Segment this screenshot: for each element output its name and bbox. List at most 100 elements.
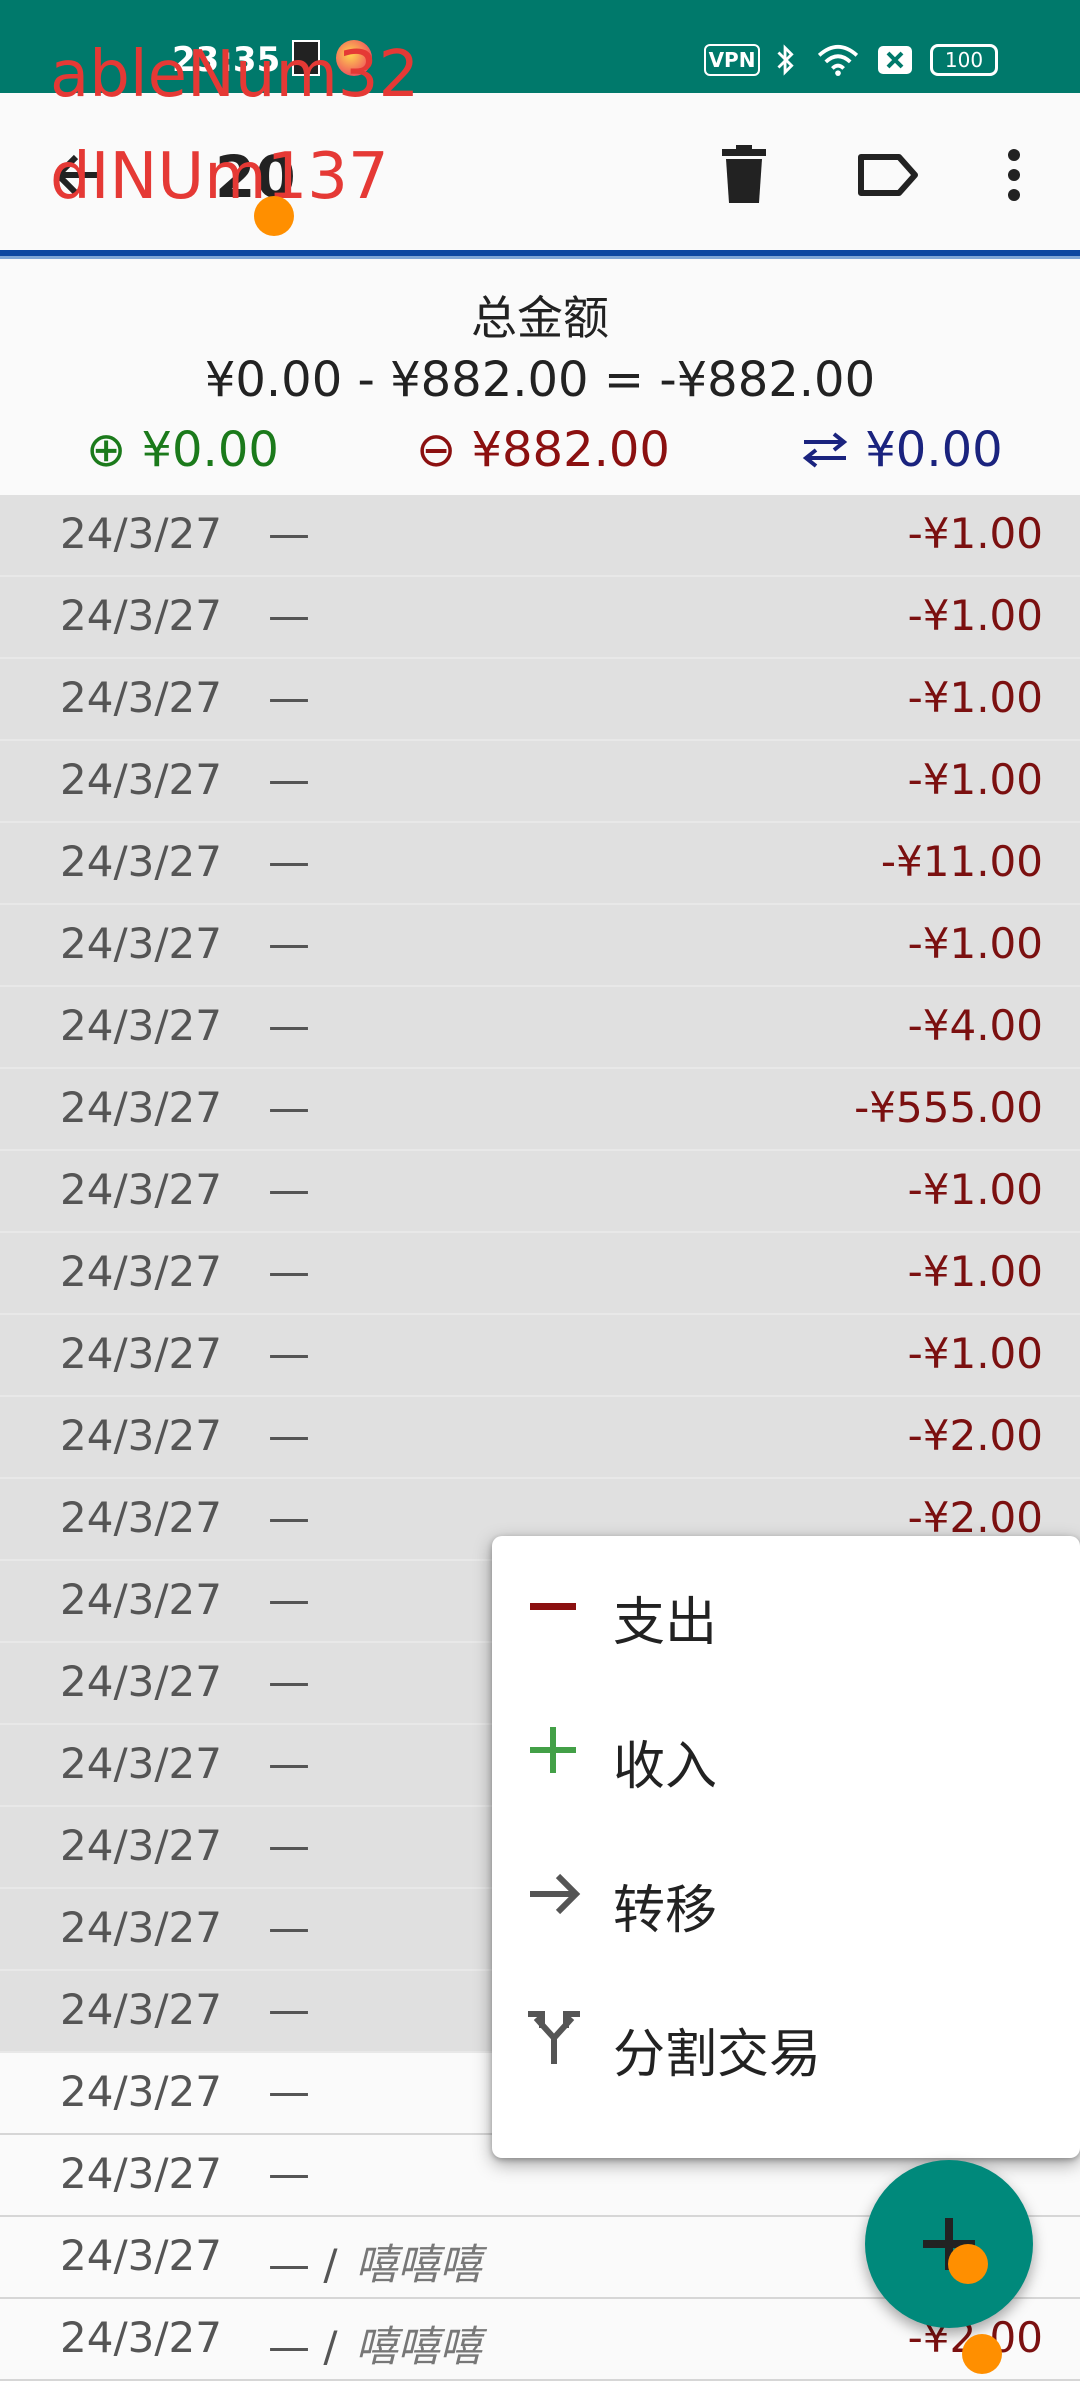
transaction-date: 24/3/27 <box>60 1247 222 1296</box>
transaction-payee: — <box>268 2149 310 2198</box>
transaction-amount: -¥1.00 <box>907 755 1043 804</box>
transaction-amount: -¥4.00 <box>907 1001 1043 1050</box>
split-icon <box>528 2011 580 2064</box>
transaction-row[interactable]: 24/3/27 — -¥1.00 <box>0 659 1080 741</box>
transaction-description: — <box>268 1247 310 1296</box>
transaction-row[interactable]: 24/3/27 — -¥1.00 <box>0 1233 1080 1315</box>
transaction-payee: — <box>268 1985 310 2034</box>
transaction-memo: 嘻嘻嘻 <box>355 2322 482 2371</box>
transaction-date: 24/3/27 <box>60 837 222 886</box>
transfer-total: ¥0.00 <box>800 422 1003 478</box>
transaction-payee: — <box>268 509 310 558</box>
transaction-payee: — / <box>268 2322 338 2371</box>
transaction-description: — <box>268 1821 310 1870</box>
transaction-description: — <box>268 1739 310 1788</box>
transaction-payee: — <box>268 1165 310 1214</box>
transaction-date: 24/3/27 <box>60 2149 222 2198</box>
transaction-date: 24/3/27 <box>60 1001 222 1050</box>
transaction-description: — <box>268 1165 310 1214</box>
transaction-payee: — <box>268 1739 310 1788</box>
transaction-payee: — <box>268 1821 310 1870</box>
add-transaction-menu: 支出 收入 转移 分割交易 <box>492 1536 1080 2158</box>
menu-item-transfer[interactable]: 转移 <box>492 1824 1080 1964</box>
menu-item-income[interactable]: 收入 <box>492 1680 1080 1820</box>
transaction-payee: — <box>268 837 310 886</box>
transaction-description: — <box>268 2149 310 2198</box>
transaction-date: 24/3/27 <box>60 591 222 640</box>
transaction-payee: — <box>268 1083 310 1132</box>
debug-overlay-line1: ableNum32 <box>50 38 420 112</box>
vpn-badge: VPN <box>704 44 760 76</box>
transaction-description: — <box>268 2067 310 2116</box>
transaction-date: 24/3/27 <box>60 1329 222 1378</box>
toolbar-divider-shadow <box>0 256 1080 259</box>
transaction-description: — <box>268 673 310 722</box>
transaction-description: — <box>268 1985 310 2034</box>
transaction-date: 24/3/27 <box>60 1739 222 1788</box>
menu-item-label: 支出 <box>613 1593 718 1653</box>
transaction-row[interactable]: 24/3/27 — -¥2.00 <box>0 1397 1080 1479</box>
transaction-amount: -¥1.00 <box>907 591 1043 640</box>
transaction-description: — <box>268 1411 310 1460</box>
menu-item-label: 转移 <box>613 1881 718 1941</box>
transaction-amount: -¥1.00 <box>907 1165 1043 1214</box>
transaction-payee: — <box>268 1247 310 1296</box>
delete-icon <box>722 145 766 203</box>
transaction-date: 24/3/27 <box>60 919 222 968</box>
transaction-amount: -¥2.00 <box>907 1411 1043 1460</box>
menu-item-split[interactable]: 分割交易 <box>492 1968 1080 2108</box>
transaction-payee: — <box>268 919 310 968</box>
transaction-payee: — <box>268 673 310 722</box>
transaction-payee: — <box>268 1411 310 1460</box>
transaction-date: 24/3/27 <box>60 1657 222 1706</box>
transaction-payee: — <box>268 755 310 804</box>
transaction-date: 24/3/27 <box>60 1493 222 1542</box>
menu-item-expense[interactable]: 支出 <box>492 1536 1080 1676</box>
plus-icon <box>530 1727 576 1773</box>
transaction-date: 24/3/27 <box>60 2231 222 2280</box>
transaction-payee: — <box>268 591 310 640</box>
minus-icon <box>530 1603 576 1610</box>
transaction-description: — <box>268 1329 310 1378</box>
transaction-amount: -¥1.00 <box>907 509 1043 558</box>
transaction-row[interactable]: 24/3/27 — -¥1.00 <box>0 905 1080 987</box>
transaction-date: 24/3/27 <box>60 1083 222 1132</box>
transaction-payee: — <box>268 2067 310 2116</box>
more-options-button[interactable] <box>972 133 1056 217</box>
summary-label: 总金额 <box>471 291 609 345</box>
transaction-row[interactable]: 24/3/27 — -¥1.00 <box>0 1315 1080 1397</box>
transaction-description: — <box>268 591 310 640</box>
transaction-row[interactable]: 24/3/27 — -¥1.00 <box>0 1151 1080 1233</box>
transaction-date: 24/3/27 <box>60 1821 222 1870</box>
transaction-row[interactable]: 24/3/27 — -¥4.00 <box>0 987 1080 1069</box>
transaction-payee: — / <box>268 2240 338 2289</box>
transaction-description: — <box>268 1493 310 1542</box>
transaction-row[interactable]: 24/3/27 — -¥1.00 <box>0 495 1080 577</box>
transfer-amount: ¥0.00 <box>865 422 1003 478</box>
transaction-payee: — <box>268 1657 310 1706</box>
transaction-date: 24/3/27 <box>60 673 222 722</box>
delete-button[interactable] <box>702 133 786 217</box>
summary-totals: ⊕ ¥0.00 ⊖ ¥882.00 ¥0.00 <box>0 422 1080 482</box>
transaction-row[interactable]: 24/3/27 — -¥1.00 <box>0 577 1080 659</box>
transaction-row[interactable]: 24/3/27 — -¥11.00 <box>0 823 1080 905</box>
touch-indicator-dot <box>948 2244 988 2284</box>
transaction-row[interactable]: 24/3/27 — -¥555.00 <box>0 1069 1080 1151</box>
add-transaction-fab[interactable] <box>865 2160 1033 2328</box>
transaction-payee: — <box>268 1493 310 1542</box>
transaction-date: 24/3/27 <box>60 1165 222 1214</box>
transaction-date: 24/3/27 <box>60 1903 222 1952</box>
transaction-row[interactable]: 24/3/27 — -¥1.00 <box>0 741 1080 823</box>
transaction-description: — <box>268 1903 310 1952</box>
transaction-description: — <box>268 837 310 886</box>
transaction-payee: — <box>268 1001 310 1050</box>
transaction-amount: -¥1.00 <box>907 1247 1043 1296</box>
label-icon <box>858 154 918 196</box>
more-vert-icon <box>1008 149 1020 201</box>
transaction-payee: — <box>268 1329 310 1378</box>
transaction-amount: -¥11.00 <box>880 837 1043 886</box>
tag-button[interactable] <box>846 133 930 217</box>
menu-item-label: 收入 <box>613 1737 718 1797</box>
transaction-description: — <box>268 1083 310 1132</box>
transaction-date: 24/3/27 <box>60 755 222 804</box>
